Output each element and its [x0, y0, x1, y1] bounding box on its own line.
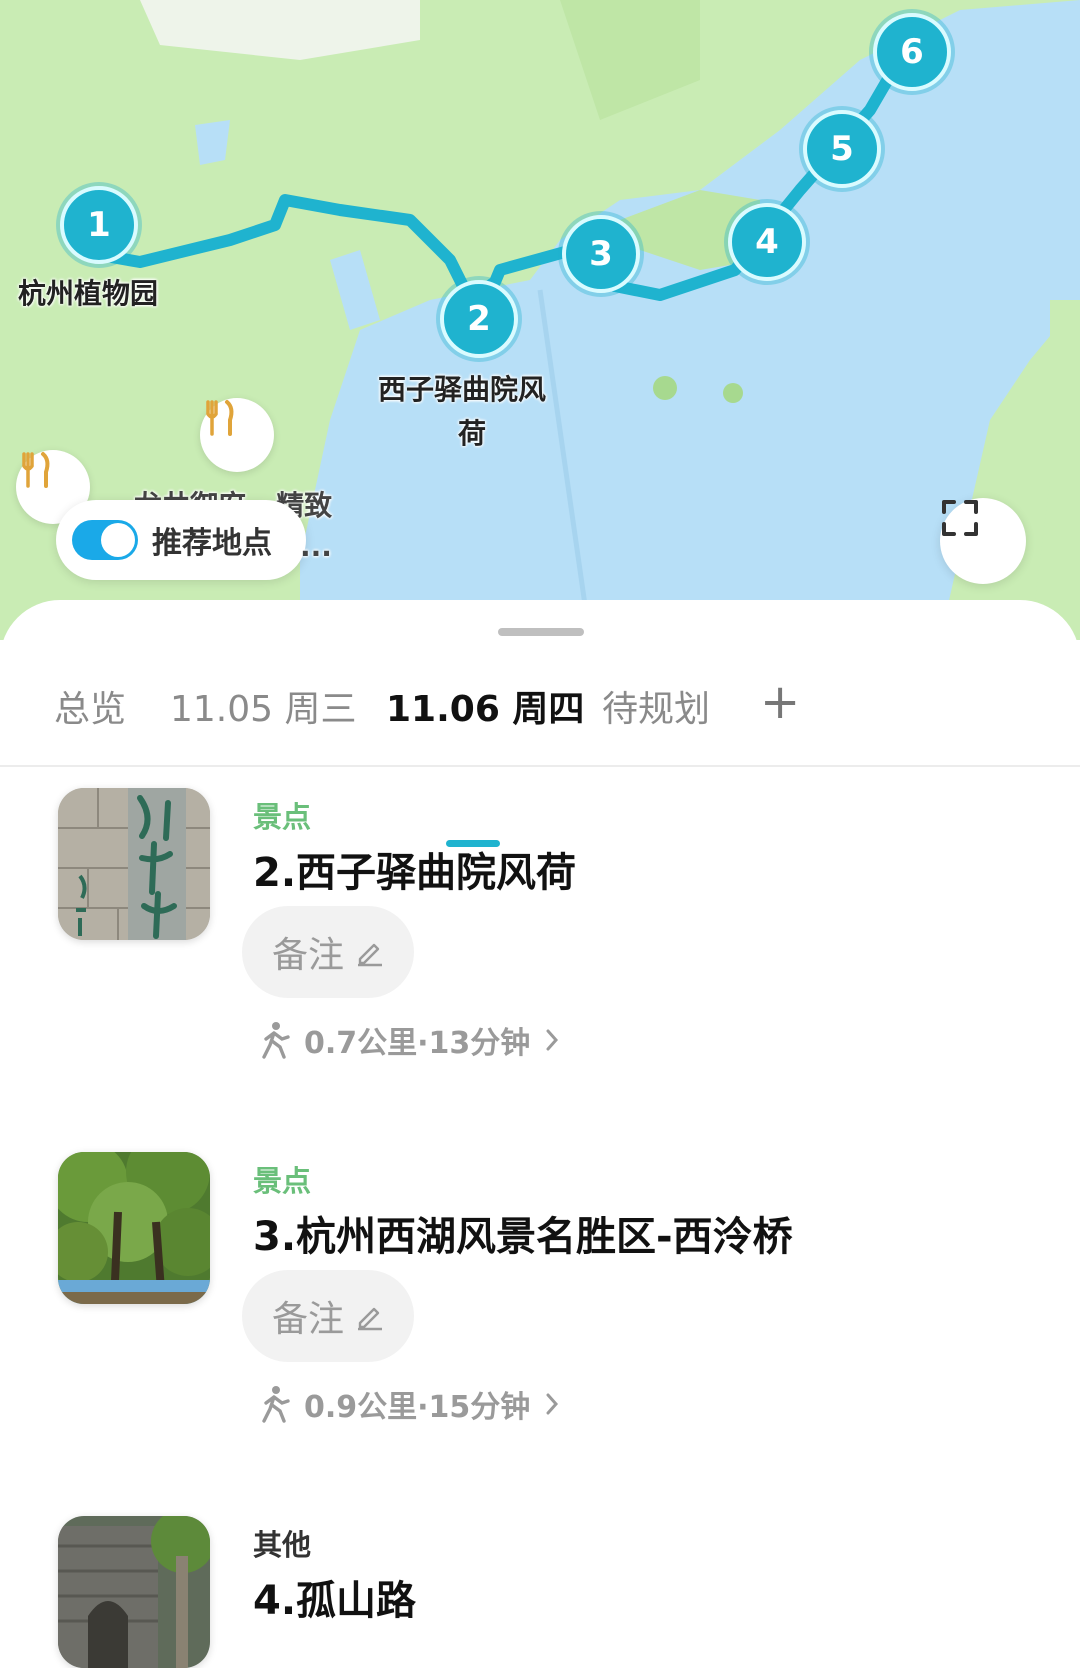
map-marker-2[interactable]: 2: [440, 280, 518, 358]
tab-to-plan[interactable]: 待规划: [602, 680, 710, 732]
map-label-xizi-line2: 荷: [458, 417, 487, 450]
item-category: 景点: [253, 1164, 312, 1198]
place-thumbnail: [58, 1516, 210, 1668]
note-button[interactable]: 备注: [242, 1270, 414, 1362]
route-segment[interactable]: 0.9公里·15分钟: [258, 1382, 560, 1426]
route-segment[interactable]: 0.7公里·13分钟: [258, 1018, 560, 1062]
walking-icon: [262, 1386, 290, 1423]
edit-icon: [358, 943, 382, 967]
map-marker-5[interactable]: 5: [803, 110, 881, 188]
map-marker-4[interactable]: 4: [728, 203, 806, 281]
day-tabs: 总览 11.05 周三 11.06 周四 待规划 +: [0, 674, 1080, 847]
item-title: 2.西子驿曲院风荷: [253, 850, 577, 896]
map-marker-6[interactable]: 6: [873, 13, 951, 91]
chevron-right-icon: [546, 1393, 559, 1415]
tab-overview[interactable]: 总览: [54, 680, 126, 732]
item-category: 其他: [253, 1528, 312, 1562]
bottom-sheet: 总览 11.05 周三 11.06 周四 待规划 + 景点 2.西子驿曲院风荷 …: [0, 600, 1080, 1668]
fork-knife-icon: [22, 452, 50, 488]
place-thumbnail: [58, 788, 210, 940]
map-marker-1[interactable]: 1: [60, 186, 138, 264]
item-title: 4.孤山路: [253, 1578, 417, 1624]
note-button[interactable]: 备注: [242, 906, 414, 998]
route-text: 0.9公里·15分钟: [304, 1390, 531, 1425]
fullscreen-button[interactable]: [940, 498, 1026, 584]
place-thumbnail: [58, 1152, 210, 1304]
route-text: 0.7公里·13分钟: [304, 1026, 531, 1061]
item-title: 3.杭州西湖风景名胜区-西泠桥: [253, 1214, 793, 1260]
restaurant-marker[interactable]: [200, 398, 274, 472]
tabs-divider: [0, 765, 1080, 767]
add-tab-button[interactable]: +: [760, 674, 800, 730]
fullscreen-icon: [942, 500, 978, 536]
note-label: 备注: [271, 1299, 344, 1340]
edit-icon: [358, 1307, 382, 1331]
map-label-botanical: 杭州植物园: [18, 277, 159, 310]
map-view[interactable]: 1 2 3 4 5 6 杭州植物园 西子驿曲院风 荷 龙井御府 · 精致 推荐地…: [0, 0, 1080, 640]
note-label: 备注: [271, 935, 344, 976]
item-category: 景点: [253, 800, 312, 834]
toggle-switch[interactable]: [72, 520, 138, 560]
chevron-right-icon: [546, 1029, 559, 1051]
fork-knife-icon: [206, 400, 234, 436]
map-label-xizi: 西子驿曲院风: [378, 373, 547, 406]
walking-icon: [262, 1022, 290, 1059]
map-marker-3[interactable]: 3: [562, 215, 640, 293]
map-label-ellipsis: ...: [300, 530, 332, 563]
recommend-toggle[interactable]: 推荐地点: [56, 500, 306, 580]
sheet-drag-handle[interactable]: [498, 628, 584, 636]
tab-1105[interactable]: 11.05 周三: [170, 680, 357, 732]
tab-1106[interactable]: 11.06 周四: [386, 680, 584, 732]
recommend-toggle-label: 推荐地点: [152, 526, 272, 561]
